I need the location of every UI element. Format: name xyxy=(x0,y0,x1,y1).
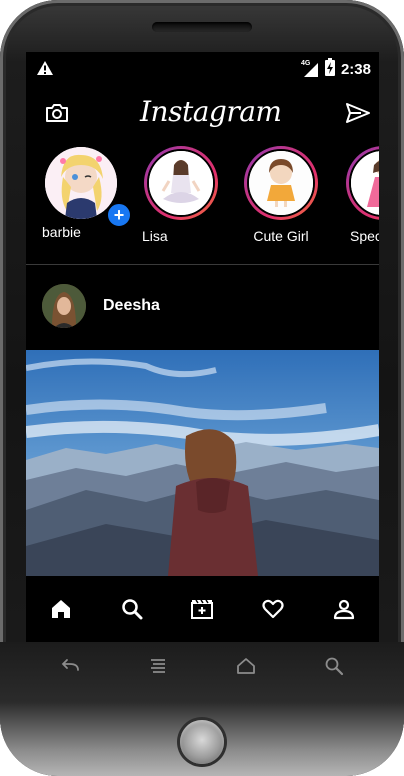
story-item[interactable]: + barbie xyxy=(36,146,132,240)
story-ring xyxy=(144,146,218,220)
profile-icon[interactable] xyxy=(330,595,358,623)
divider xyxy=(26,264,379,265)
signal-icon: 4G xyxy=(301,60,319,78)
post-header: Deesha xyxy=(26,284,379,330)
reels-icon[interactable] xyxy=(188,595,216,623)
avatar[interactable] xyxy=(42,284,86,328)
camera-icon[interactable] xyxy=(44,100,70,126)
story-avatar xyxy=(147,149,215,217)
hardware-home-button[interactable] xyxy=(180,720,224,764)
post-username[interactable]: Deesha xyxy=(103,297,160,315)
earpiece xyxy=(152,22,252,32)
phone-frame: 4G 2:38 Instagram + barbie Lisa Cute Gir… xyxy=(0,0,404,776)
story-label: Cute Girl xyxy=(253,228,309,244)
story-item[interactable]: Lisa xyxy=(136,146,226,244)
bottom-nav xyxy=(26,576,379,642)
story-avatar xyxy=(45,147,117,219)
send-icon[interactable] xyxy=(345,100,371,126)
device-nav-keys xyxy=(26,650,378,686)
search-icon[interactable] xyxy=(322,654,346,683)
home-outline-icon[interactable] xyxy=(234,654,258,683)
story-label: Lisa xyxy=(142,228,168,244)
post-image[interactable] xyxy=(26,350,379,576)
menu-icon[interactable] xyxy=(146,654,170,683)
warning-icon xyxy=(36,60,54,81)
add-story-badge[interactable]: + xyxy=(106,202,132,228)
story-item[interactable]: Specx xyxy=(338,146,379,244)
app-screen: 4G 2:38 Instagram + barbie Lisa Cute Gir… xyxy=(26,52,379,642)
battery-charging-icon xyxy=(324,58,335,81)
story-item[interactable]: Cute Girl xyxy=(236,146,326,244)
heart-icon[interactable] xyxy=(259,595,287,623)
story-avatar xyxy=(349,149,379,217)
story-label: Specx xyxy=(350,228,379,244)
story-ring xyxy=(244,146,318,220)
instagram-logo: Instagram xyxy=(140,95,282,128)
story-ring xyxy=(346,146,379,220)
app-bar: Instagram xyxy=(26,88,379,138)
search-icon[interactable] xyxy=(118,595,146,623)
status-time: 2:38 xyxy=(340,61,371,78)
back-icon[interactable] xyxy=(58,654,82,683)
status-bar: 4G 2:38 xyxy=(26,52,379,84)
stories-row: + barbie Lisa Cute Girl Spec xyxy=(26,146,379,258)
home-icon[interactable] xyxy=(47,595,75,623)
story-avatar xyxy=(247,149,315,217)
